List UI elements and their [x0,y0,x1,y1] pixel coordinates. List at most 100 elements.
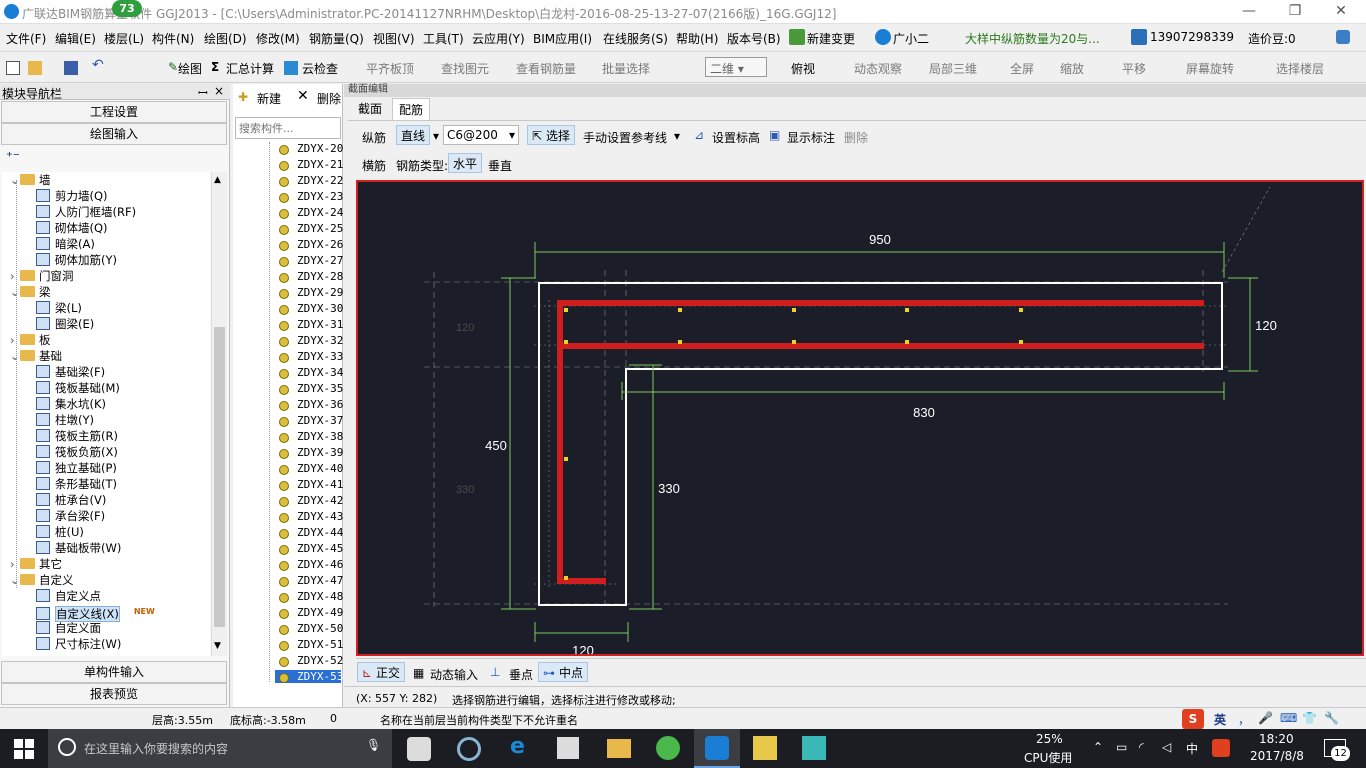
menu-component[interactable]: 构件(N) [152,30,194,47]
app-fan-icon[interactable] [407,737,431,761]
tab-section[interactable]: 截面 [352,98,388,120]
rebar-point[interactable] [564,340,568,344]
ime-punct-icon[interactable]: ， [1238,711,1250,728]
taskbar-ime-lang[interactable]: 中 [1186,740,1198,757]
dim-950-label[interactable]: 950 [869,232,891,247]
component-list-item[interactable]: ZDYX-32 [297,334,343,347]
menu-assistant[interactable]: 广小二 [893,30,929,47]
tree-item[interactable]: 桩(U) [36,524,84,540]
component-list-item[interactable]: ZDYX-52 [297,654,343,667]
draw-input-button[interactable]: 绘图输入 [1,123,227,145]
pin-icon[interactable]: ꟷ [198,84,208,101]
component-list-item[interactable]: ZDYX-47 [297,574,343,587]
account-number[interactable]: 13907298339 [1150,30,1234,44]
component-list-item[interactable]: ZDYX-48 [297,590,343,603]
tree-item[interactable]: 梁(L) [36,300,82,316]
expand-toggle-icon[interactable]: › [10,332,20,348]
tree-item[interactable]: 独立基础(P) [36,460,117,476]
dim-120r-label[interactable]: 120 [1255,318,1277,333]
view-rebar-qty-button[interactable]: 查看钢筋量 [516,60,576,77]
ref-line-dropdown-icon[interactable]: ▾ [674,129,680,143]
minimize-button[interactable]: — [1226,0,1272,24]
help-icon[interactable] [1336,30,1350,44]
dim-330-label[interactable]: 330 [658,481,680,496]
tab-rebar[interactable]: 配筋 [392,98,431,120]
component-list-item[interactable]: ZDYX-39 [297,446,343,459]
fullscreen-button[interactable]: 全屏 [1010,60,1034,77]
nav-close-icon[interactable]: × [214,84,224,98]
tree-item[interactable]: 筏板负筋(X) [36,444,118,460]
notification-badge[interactable]: 73 [112,0,142,17]
delete-component-button[interactable]: 删除 [317,90,341,107]
component-list-item[interactable]: ZDYX-33 [297,350,343,363]
app-chrome-icon[interactable] [457,737,481,761]
edge-browser-icon[interactable]: e [510,734,525,759]
component-list-item[interactable]: ZDYX-36 [297,398,343,411]
component-list-item[interactable]: ZDYX-50 [297,622,343,635]
tree-item[interactable]: 集水坑(K) [36,396,106,412]
select-floor-button[interactable]: 选择楼层 [1276,60,1324,77]
section-drawing[interactable]: 120 330 950 120 830 450 330 120 [358,182,1362,654]
menu-tools[interactable]: 工具(T) [423,30,464,47]
component-list-item[interactable]: ZDYX-46 [297,558,343,571]
section-outline[interactable] [538,282,1223,606]
component-list-item[interactable]: ZDYX-45 [297,542,343,555]
rebar-point[interactable] [1019,308,1023,312]
component-list-item[interactable]: ZDYX-23 [297,190,343,203]
ortho-toggle[interactable]: ⊾ 正交 [357,662,406,682]
tree-item[interactable]: 自定义点 [36,588,101,604]
new-component-button[interactable]: 新建 [257,90,281,107]
dim-450-label[interactable]: 450 [485,438,507,453]
set-elevation-button[interactable]: 设置标高 [712,129,760,146]
view-mode-select[interactable]: 二维 ▾ [705,57,767,77]
app-green-icon[interactable] [656,736,680,760]
save-icon[interactable] [64,61,78,75]
tree-item[interactable]: 自定义面 [36,620,101,636]
windows-start-icon[interactable] [14,739,34,759]
notification-count[interactable]: 12 [1331,746,1350,761]
menu-draw[interactable]: 绘图(D) [204,30,247,47]
component-list-item[interactable]: ZDYX-28 [297,270,343,283]
component-list-item[interactable]: ZDYX-21 [297,158,343,171]
clock-time[interactable]: 18:20 [1259,732,1294,746]
report-preview-button[interactable]: 报表预览 [1,683,227,705]
close-button[interactable]: ✕ [1318,0,1364,24]
ime-keyboard-icon[interactable]: ⌨ [1280,711,1297,725]
draw-button[interactable]: 绘图 [178,60,202,77]
tree-item[interactable]: 砌体加筋(Y) [36,252,117,268]
tree-item[interactable]: 尺寸标注(W) [36,636,121,652]
component-list-item[interactable]: ZDYX-31 [297,318,343,331]
line-dropdown-icon[interactable]: ▾ [433,129,439,143]
menu-help[interactable]: 帮助(H) [676,30,718,47]
expand-toggle-icon[interactable]: ⌄ [10,348,20,364]
component-list-item[interactable]: ZDYX-29 [297,286,343,299]
menu-online[interactable]: 在线服务(S) [603,30,668,47]
file-explorer-icon[interactable] [607,739,631,758]
menu-version[interactable]: 版本号(B) [727,30,781,47]
tree-item[interactable]: 剪力墙(Q) [36,188,108,204]
component-list-item[interactable]: ZDYX-35 [297,382,343,395]
restore-button[interactable]: ❐ [1272,0,1318,24]
menu-cloud[interactable]: 云应用(Y) [472,30,525,47]
ime-tools-icon[interactable]: 🔧 [1324,711,1339,725]
find-element-button[interactable]: 查找图元 [441,60,489,77]
vertical-button[interactable]: 垂直 [488,157,512,174]
component-list-item[interactable]: ZDYX-49 [297,606,343,619]
app-notes-icon[interactable] [753,736,777,760]
tree-folder[interactable]: ⌄ 基础 [10,348,62,364]
tray-network-icon[interactable]: ▭ [1116,740,1127,754]
expand-toggle-icon[interactable]: ⌄ [10,172,20,188]
show-label-button[interactable]: 显示标注 [787,129,835,146]
tree-item[interactable]: 自定义线(X) NEW [36,604,155,622]
component-list-item[interactable]: ZDYX-37 [297,414,343,427]
align-slab-button[interactable]: 平齐板顶 [366,60,414,77]
horizontal-button[interactable]: 水平 [448,153,483,173]
rebar-point[interactable] [792,308,796,312]
project-settings-button[interactable]: 工程设置 [1,101,227,123]
tree-item[interactable]: 基础板带(W) [36,540,121,556]
select-button[interactable]: ⇱ 选择 [527,125,576,145]
ime-lang[interactable]: 英 [1214,711,1226,728]
perpendicular-toggle[interactable]: 垂点 [509,666,533,683]
expand-all-icon[interactable]: ⁺⁻ [6,150,20,165]
drawing-canvas[interactable]: 120 330 950 120 830 450 330 120 [356,180,1364,656]
